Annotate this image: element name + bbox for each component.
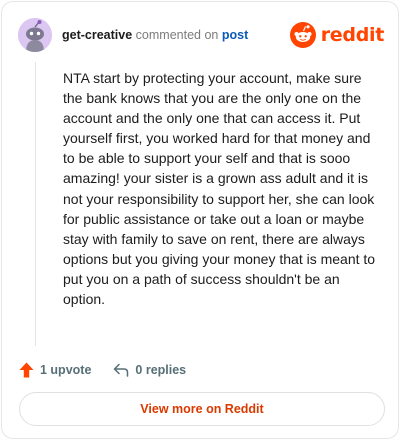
reddit-logo[interactable]: reddit xyxy=(289,21,385,49)
reddit-snoo-icon xyxy=(289,22,316,48)
upvote-count: 1 upvote xyxy=(40,363,92,377)
user-avatar[interactable] xyxy=(18,18,52,52)
upvote-arrow-icon xyxy=(19,362,34,378)
replies-button[interactable]: 0 replies xyxy=(113,363,186,377)
view-more-on-reddit-button[interactable]: View more on Reddit xyxy=(19,392,385,426)
replies-count: 0 replies xyxy=(135,363,187,377)
author-username[interactable]: get-creative xyxy=(62,28,132,42)
reply-arrow-icon xyxy=(114,363,129,377)
thread-line xyxy=(35,62,36,346)
upvote-button[interactable]: 1 upvote xyxy=(19,362,91,378)
comment-meta: get-creative commented on post xyxy=(62,27,248,43)
comment-embed-card: get-creative commented on post reddit NT… xyxy=(1,1,399,439)
reddit-wordmark: reddit xyxy=(320,24,385,46)
comment-body: NTA start by protecting your account, ma… xyxy=(63,70,376,308)
snoo-avatar-icon xyxy=(18,18,52,52)
comment-action-text: commented on xyxy=(135,28,219,42)
comment-header: get-creative commented on post reddit xyxy=(18,18,384,52)
post-link[interactable]: post xyxy=(222,28,248,42)
comment-actions: 1 upvote 0 replies xyxy=(19,360,186,380)
